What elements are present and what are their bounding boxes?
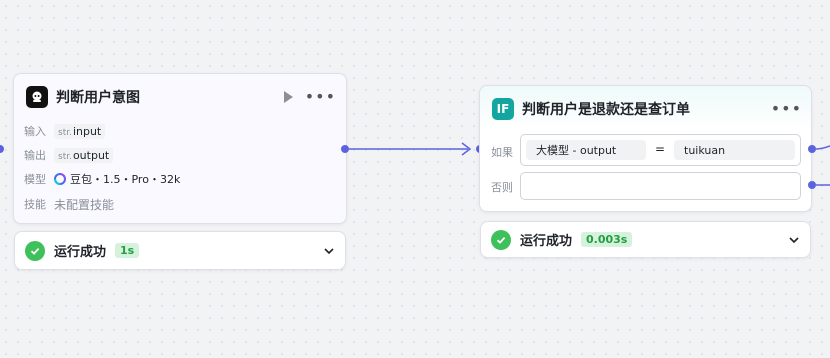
skill-label: 技能	[24, 198, 46, 211]
input-row: 输入 str. input	[24, 122, 106, 140]
success-check-icon	[491, 229, 511, 250]
more-icon[interactable]: •••	[771, 101, 802, 117]
model-value[interactable]: 豆包・1.5・Pro・32k	[70, 171, 180, 187]
output-type: str.	[58, 151, 72, 162]
intent-node-header: 判断用户意图 •••	[26, 86, 336, 108]
intent-status-text: 运行成功	[54, 245, 107, 260]
if-else-port[interactable]	[808, 181, 816, 189]
more-icon[interactable]: •••	[305, 89, 336, 105]
success-check-icon	[25, 240, 45, 261]
chevron-down-icon[interactable]	[323, 245, 335, 257]
model-row: 模型 豆包・1.5・Pro・32k	[24, 170, 180, 188]
condition-right-operand[interactable]: tuikuan	[674, 140, 795, 160]
intent-output-port[interactable]	[341, 145, 349, 153]
if-status-time: 0.003s	[581, 232, 633, 247]
if-label: 如果	[491, 146, 513, 159]
intent-status-bar[interactable]: 运行成功 1s	[14, 231, 346, 270]
input-label: 输入	[24, 125, 46, 138]
else-label: 否则	[491, 181, 513, 194]
doubao-model-icon	[54, 173, 66, 185]
skill-row: 技能 未配置技能	[24, 195, 114, 213]
else-box[interactable]	[520, 172, 801, 200]
output-name: output	[72, 148, 110, 162]
intent-status-time: 1s	[115, 243, 140, 258]
chevron-down-icon[interactable]	[788, 234, 800, 246]
run-icon[interactable]	[283, 91, 293, 103]
if-status-text: 运行成功	[520, 234, 573, 249]
intent-node-title: 判断用户意图	[56, 90, 140, 106]
output-row: 输出 str. output	[24, 146, 114, 164]
input-param-tag[interactable]: str. input	[54, 123, 106, 139]
edge-if-out-1	[815, 145, 830, 150]
model-label: 模型	[24, 173, 46, 186]
if-node-header: IF 判断用户是退款还是查订单 •••	[492, 98, 802, 120]
llm-robot-icon	[26, 86, 48, 108]
if-node-title: 判断用户是退款还是查订单	[522, 102, 690, 118]
if-status-bar[interactable]: 运行成功 0.003s	[480, 221, 811, 258]
condition-box[interactable]: 大模型 - output = tuikuan	[520, 134, 801, 166]
condition-operator[interactable]: =	[655, 142, 665, 156]
if-icon: IF	[492, 98, 514, 120]
if-node[interactable]: IF 判断用户是退款还是查订单 ••• 如果 大模型 - output = tu…	[479, 85, 812, 212]
intent-node[interactable]: 判断用户意图 ••• 输入 str. input 输出 str. output …	[13, 73, 347, 224]
output-label: 输出	[24, 149, 46, 162]
if-true-port[interactable]	[808, 145, 816, 153]
input-name: input	[72, 124, 102, 138]
output-param-tag[interactable]: str. output	[54, 147, 114, 163]
input-type: str.	[58, 127, 72, 138]
skill-value: 未配置技能	[54, 197, 115, 212]
condition-left-operand[interactable]: 大模型 - output	[526, 140, 646, 160]
